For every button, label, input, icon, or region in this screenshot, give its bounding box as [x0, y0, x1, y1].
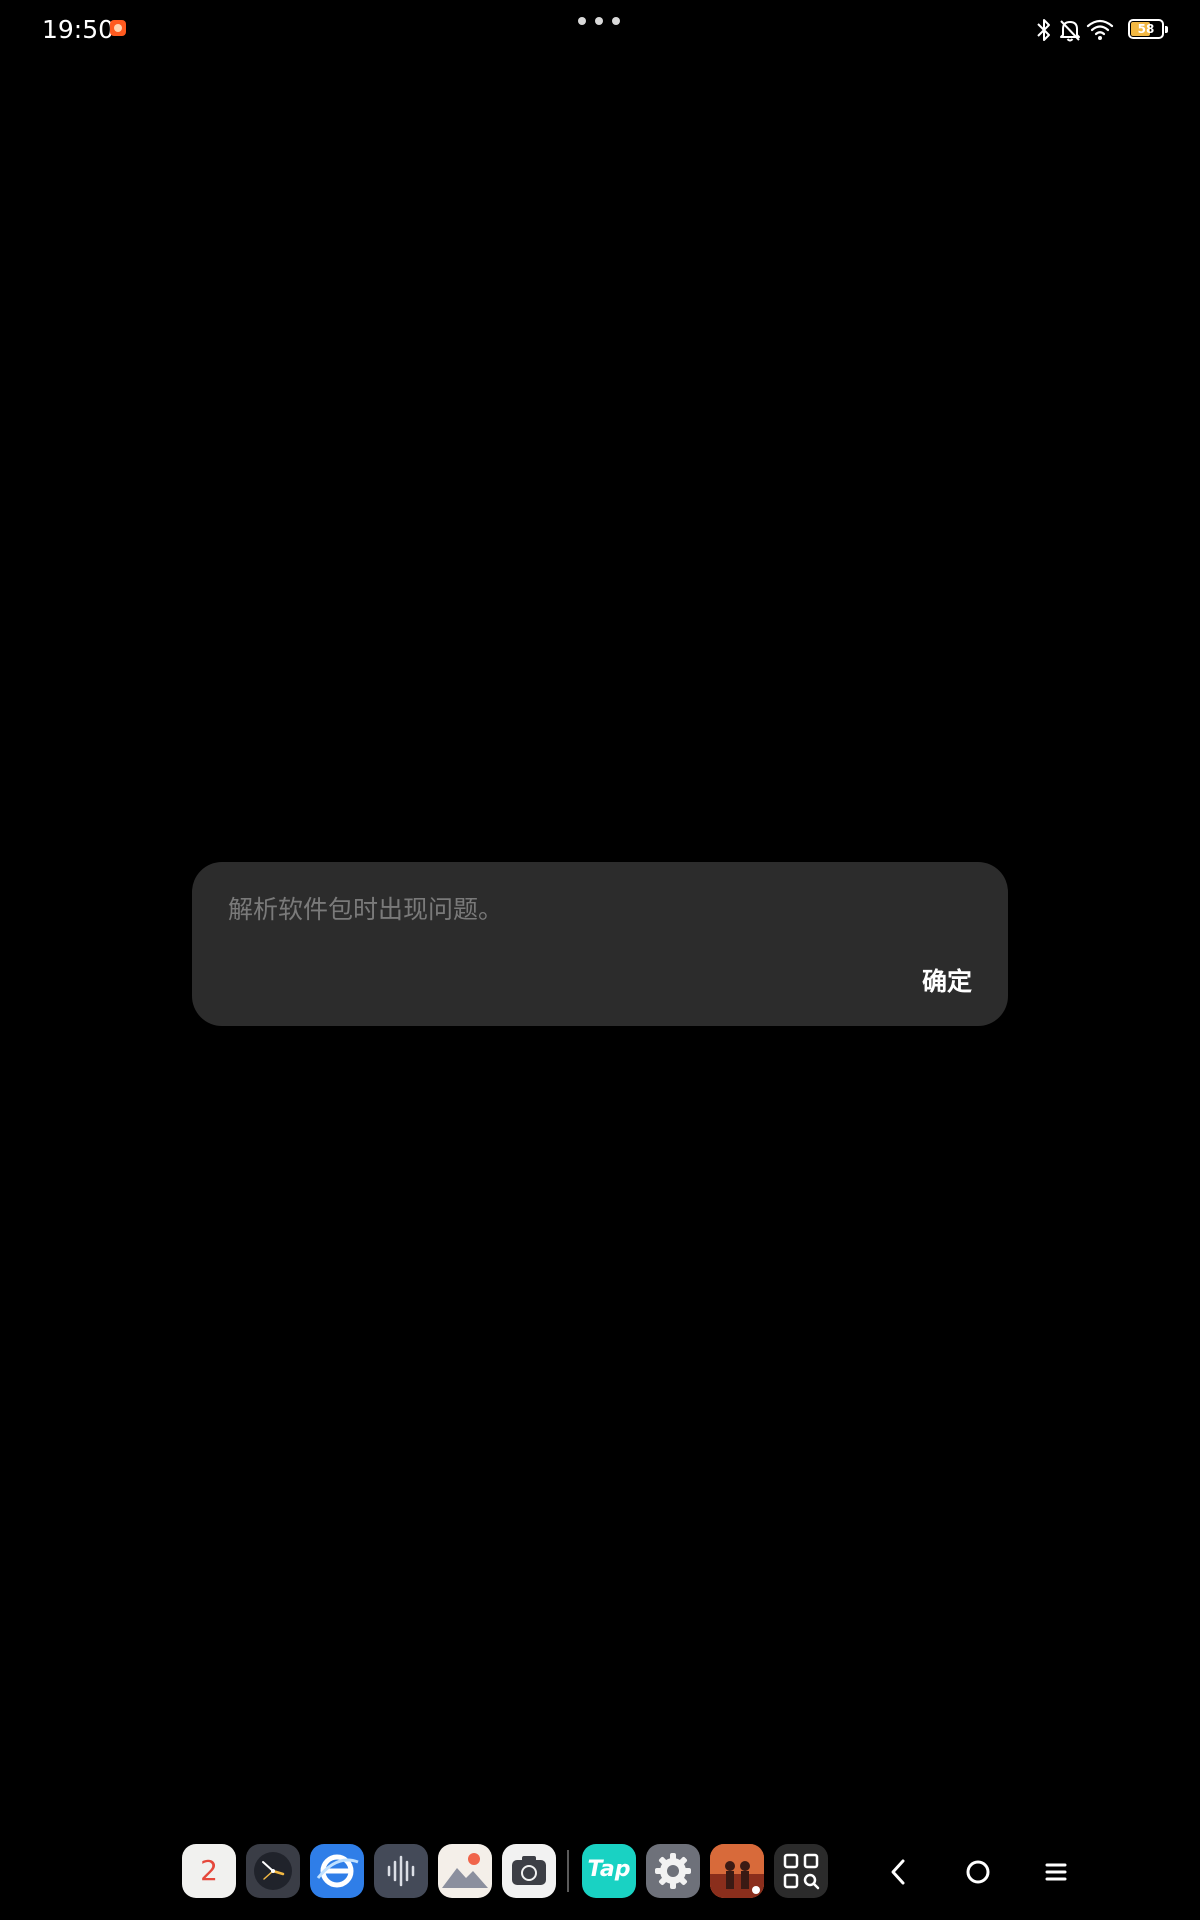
gallery-icon[interactable] — [438, 1844, 492, 1898]
taptap-icon[interactable]: Tap — [582, 1844, 636, 1898]
dock: 2 Tap — [0, 1844, 1200, 1904]
recents-icon[interactable] — [1034, 1850, 1078, 1894]
ok-button[interactable]: 确定 — [916, 962, 978, 1002]
status-bar: 19:50 58 — [0, 0, 1200, 60]
back-icon[interactable] — [876, 1850, 920, 1894]
status-icons: 58 — [1034, 16, 1168, 44]
calendar-day: 2 — [200, 1854, 218, 1887]
battery-icon: 58 — [1128, 19, 1168, 39]
error-dialog: 解析软件包时出现问题。 确定 — [192, 862, 1008, 1026]
bluetooth-icon — [1037, 19, 1050, 41]
wifi-icon — [1086, 19, 1114, 40]
bell-muted-icon — [1060, 20, 1080, 42]
calendar-icon[interactable]: 2 — [182, 1844, 236, 1898]
dialog-message: 解析软件包时出现问题。 — [228, 895, 504, 924]
battery-level: 58 — [1137, 22, 1155, 36]
screen: 19:50 58 解析软件包时出现问题。 确定 2 Tap — [0, 0, 1200, 1920]
browser-icon[interactable] — [310, 1844, 364, 1898]
recorder-icon[interactable] — [374, 1844, 428, 1898]
home-icon[interactable] — [956, 1850, 1000, 1894]
app-drawer-icon[interactable] — [774, 1844, 828, 1898]
status-time: 19:50 — [42, 15, 115, 44]
settings-icon[interactable] — [646, 1844, 700, 1898]
camera-icon[interactable] — [502, 1844, 556, 1898]
app-notification-icon — [110, 20, 126, 36]
dock-divider — [567, 1850, 569, 1892]
game-icon[interactable] — [710, 1844, 764, 1898]
more-dots-icon[interactable] — [578, 17, 622, 27]
clock-icon[interactable] — [246, 1844, 300, 1898]
taptap-label: Tap — [587, 1857, 631, 1882]
